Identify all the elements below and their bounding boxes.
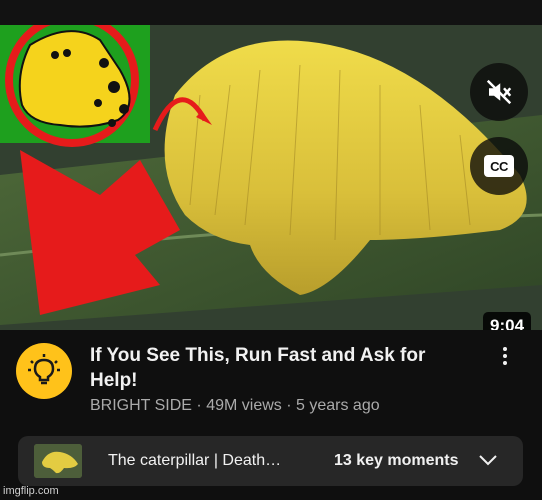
more-options-button[interactable] (494, 343, 516, 369)
upload-age: 5 years ago (296, 397, 380, 414)
meta-separator: · (196, 397, 202, 414)
video-player[interactable]: CC 9:04 (0, 25, 542, 330)
meta-separator: · (286, 397, 292, 414)
channel-name[interactable]: BRIGHT SIDE (90, 397, 192, 414)
chevron-down-icon (479, 455, 497, 466)
captions-button[interactable]: CC (470, 137, 528, 195)
chapter-thumbnail (34, 444, 82, 478)
mute-button[interactable] (470, 63, 528, 121)
video-meta: BRIGHT SIDE · 49M views · 5 years ago (90, 397, 380, 415)
caterpillar-thumbnail (34, 444, 82, 478)
chapter-title: The caterpillar | Death… (108, 452, 282, 469)
video-duration: 9:04 (483, 312, 532, 330)
key-moments-count: 13 key moments (334, 452, 459, 469)
more-dot (503, 361, 507, 365)
captions-icon: CC (484, 155, 514, 177)
lightbulb-icon (28, 354, 60, 385)
watermark: imgflip.com (3, 485, 59, 497)
more-dot (503, 347, 507, 351)
video-title[interactable]: If You See This, Run Fast and Ask for He… (90, 343, 460, 393)
key-moments-bar[interactable]: The caterpillar | Death… 13 key moments (18, 436, 523, 486)
volume-off-icon (486, 79, 512, 105)
top-strip (0, 0, 542, 25)
channel-avatar[interactable] (16, 343, 72, 399)
view-count: 49M views (206, 397, 282, 414)
video-frame (0, 25, 542, 330)
more-dot (503, 354, 507, 358)
